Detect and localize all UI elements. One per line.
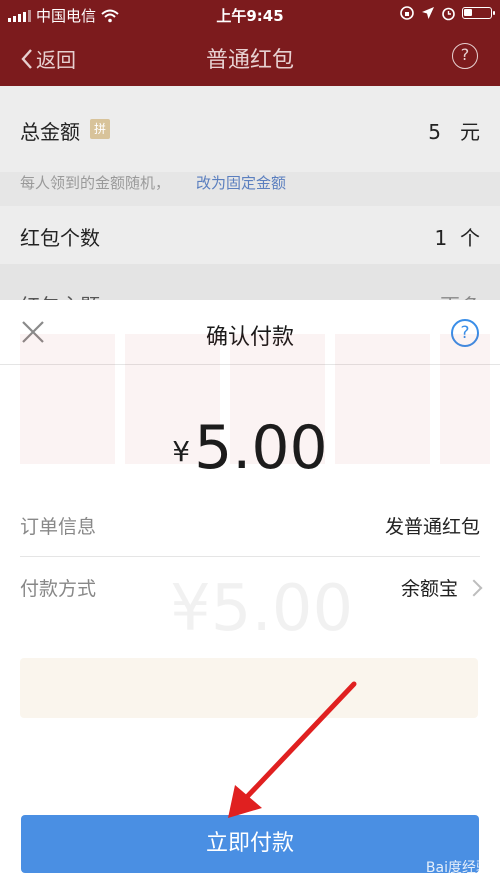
count-label: 红包个数 (20, 226, 100, 250)
payment-method-label: 付款方式 (20, 578, 97, 600)
fixed-amount-link[interactable]: 改为固定金额 (196, 172, 286, 193)
ghost-amount: ¥5.00 (170, 572, 354, 646)
total-label: 总金额 (20, 120, 80, 144)
ghost-button (20, 658, 478, 718)
location-icon (422, 7, 434, 19)
total-value: 5 元 (428, 120, 480, 144)
order-info-value: 发普通红包 (384, 516, 480, 538)
status-bar: 中国电信 上午9:45 (0, 0, 500, 30)
currency-symbol: ¥ (172, 435, 191, 468)
divider (20, 556, 480, 557)
battery-icon (462, 7, 495, 19)
watermark-brand: Bai度经验 (425, 860, 490, 876)
nav-bar: 返回 普通红包 ? (0, 30, 500, 86)
lock-rotation-icon (400, 6, 414, 20)
sheet-title: 确认付款 (205, 325, 294, 350)
order-info-label: 订单信息 (20, 516, 97, 538)
order-info-row: 订单信息 发普通红包 (20, 496, 480, 556)
pin-badge[interactable]: 拼 (90, 119, 110, 139)
confirm-payment-sheet: 确认付款 ? ¥5.00 订单信息 发普通红包 付款方式 余额宝 ¥5.00 立… (0, 300, 500, 889)
page-title: 普通红包 (205, 48, 294, 73)
payment-amount: ¥5.00 (0, 413, 500, 483)
watermark-url: jingyan.baidu.com (402, 877, 486, 887)
divider (0, 364, 500, 365)
hint-row: 每人领到的金额随机， 改为固定金额 (0, 172, 500, 206)
hint-text: 每人领到的金额随机， (20, 174, 171, 192)
payment-method-value: 余额宝 (401, 574, 483, 601)
total-amount-row[interactable]: 总金额 拼 5 元 (0, 86, 500, 172)
chevron-right-icon (465, 579, 483, 596)
alarm-icon (442, 7, 455, 20)
amount-value: 5.00 (194, 413, 328, 483)
pay-now-button[interactable]: 立即付款 (21, 815, 479, 873)
theme-row[interactable]: 红包主题 更多 (0, 264, 500, 318)
help-circle-icon[interactable]: ? (451, 319, 479, 347)
count-row[interactable]: 红包个数 1 个 (0, 206, 500, 264)
help-icon[interactable]: ? (452, 43, 478, 69)
count-value: 1 个 (434, 226, 480, 250)
